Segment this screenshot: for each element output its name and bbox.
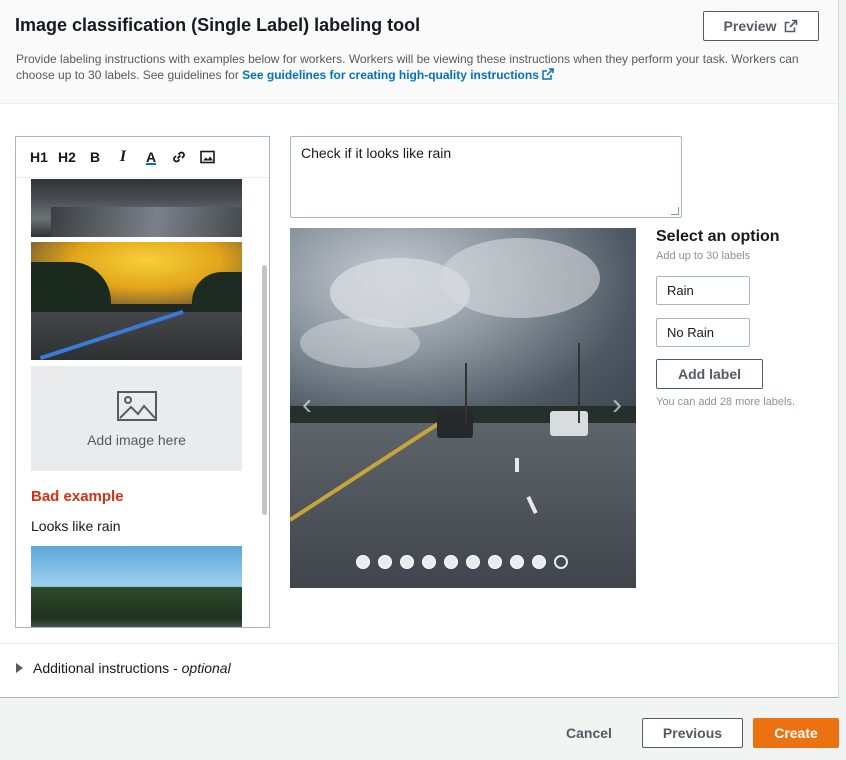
editor-scrollbar[interactable] xyxy=(262,265,267,515)
previous-button[interactable]: Previous xyxy=(642,718,743,748)
additional-instructions-toggle[interactable]: Additional instructions - optional xyxy=(16,660,231,676)
editor-toolbar: H1 H2 B I A xyxy=(16,137,269,178)
carousel-dot[interactable] xyxy=(356,555,370,569)
editor-content[interactable]: Add image here Bad example Looks like ra… xyxy=(16,179,269,627)
label-no-rain-text: No Rain xyxy=(667,325,714,340)
external-link-icon xyxy=(542,68,554,80)
select-option-subtitle: Add up to 30 labels xyxy=(656,250,751,262)
heading1-button[interactable]: H1 xyxy=(28,146,50,168)
external-link-icon xyxy=(785,19,798,33)
caret-right-icon xyxy=(16,663,23,673)
guidelines-link[interactable]: See guidelines for creating high-quality… xyxy=(242,68,554,82)
carousel-dot[interactable] xyxy=(510,555,524,569)
resize-handle-icon[interactable] xyxy=(671,207,679,215)
carousel-dot[interactable] xyxy=(378,555,392,569)
cancel-button-label: Cancel xyxy=(566,725,612,741)
add-label-button-label: Add label xyxy=(677,366,741,382)
heading2-button[interactable]: H2 xyxy=(56,146,78,168)
bad-example-heading: Bad example xyxy=(31,488,124,505)
label-rain-text: Rain xyxy=(667,283,694,298)
carousel-dot[interactable] xyxy=(444,555,458,569)
previous-button-label: Previous xyxy=(662,725,723,741)
italic-label: I xyxy=(119,148,127,165)
label-field-rain[interactable]: Rain xyxy=(656,276,750,305)
select-option-heading: Select an option xyxy=(656,228,780,245)
preview-button-label: Preview xyxy=(723,18,777,34)
bad-example-text: Looks like rain xyxy=(31,518,121,534)
create-button[interactable]: Create xyxy=(753,718,839,748)
instructions-editor[interactable]: H1 H2 B I A Add image here Bad example L… xyxy=(15,136,270,628)
carousel-dot[interactable] xyxy=(400,555,414,569)
heading1-label: H1 xyxy=(30,149,48,165)
bold-label: B xyxy=(89,149,101,165)
panel-header: Image classification (Single Label) labe… xyxy=(0,0,838,104)
previous-image-arrow-icon[interactable]: ‹ xyxy=(302,388,312,422)
carousel-dot-current[interactable] xyxy=(554,555,568,569)
text-color-label: A xyxy=(145,149,157,165)
page-title: Image classification (Single Label) labe… xyxy=(15,15,421,35)
cancel-button[interactable]: Cancel xyxy=(548,718,630,748)
add-image-placeholder[interactable]: Add image here xyxy=(31,366,242,471)
additional-instructions-label: Additional instructions - optional xyxy=(33,660,231,676)
carousel-dot[interactable] xyxy=(532,555,546,569)
heading2-label: H2 xyxy=(58,149,76,165)
divider xyxy=(0,643,838,644)
next-image-arrow-icon[interactable]: › xyxy=(612,388,622,422)
instruction-textarea[interactable]: Check if it looks like rain xyxy=(290,136,682,218)
instructions-description: Provide labeling instructions with examp… xyxy=(16,51,816,83)
image-placeholder-icon xyxy=(116,390,157,421)
remaining-labels-note: You can add 28 more labels. xyxy=(656,396,796,408)
instruction-text: Check if it looks like rain xyxy=(301,145,452,161)
image-icon xyxy=(199,150,215,164)
guidelines-link-label: See guidelines for creating high-quality… xyxy=(242,68,539,82)
preview-button[interactable]: Preview xyxy=(703,11,819,41)
link-button[interactable] xyxy=(168,146,190,168)
labeling-tool-panel: Image classification (Single Label) labe… xyxy=(0,0,839,698)
task-image-carousel: ‹ › xyxy=(290,228,636,588)
italic-button[interactable]: I xyxy=(112,146,134,168)
bold-button[interactable]: B xyxy=(84,146,106,168)
rain-example-image-1 xyxy=(31,179,242,237)
add-label-button[interactable]: Add label xyxy=(656,359,763,389)
label-field-no-rain[interactable]: No Rain xyxy=(656,318,750,347)
carousel-dots xyxy=(290,555,636,569)
insert-image-button[interactable] xyxy=(196,146,218,168)
text-color-button[interactable]: A xyxy=(140,146,162,168)
create-button-label: Create xyxy=(774,725,818,741)
carousel-dot[interactable] xyxy=(466,555,480,569)
carousel-dot[interactable] xyxy=(422,555,436,569)
link-icon xyxy=(173,151,185,163)
no-rain-example-image xyxy=(31,546,242,627)
carousel-dot[interactable] xyxy=(488,555,502,569)
add-image-label: Add image here xyxy=(87,431,186,448)
rain-example-image-2 xyxy=(31,242,242,360)
